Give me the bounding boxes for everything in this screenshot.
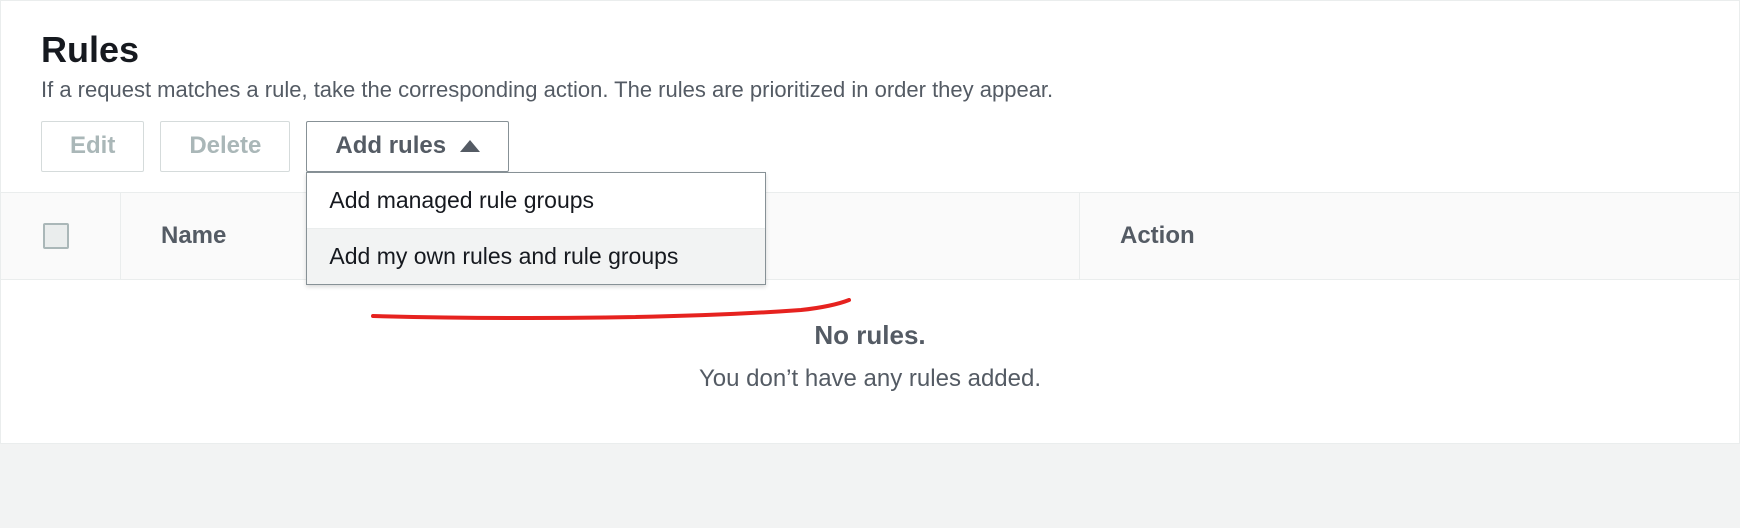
panel-title: Rules <box>41 29 1699 71</box>
select-all-column <box>41 193 121 279</box>
add-rules-dropdown: Add rules Add managed rule groups Add my… <box>306 121 509 172</box>
toolbar: Edit Delete Add rules Add managed rule g… <box>41 121 1699 172</box>
menu-item-add-managed-rule-groups[interactable]: Add managed rule groups <box>307 173 765 228</box>
add-rules-menu: Add managed rule groups Add my own rules… <box>306 172 766 285</box>
column-header-action: Action <box>1079 193 1699 279</box>
add-rules-button[interactable]: Add rules <box>306 121 509 172</box>
menu-item-add-my-own-rules[interactable]: Add my own rules and rule groups <box>307 228 765 284</box>
add-rules-label: Add rules <box>335 132 446 161</box>
select-all-checkbox[interactable] <box>43 223 69 249</box>
empty-state-title: No rules. <box>1 320 1739 351</box>
delete-button[interactable]: Delete <box>160 121 290 172</box>
rules-panel: Rules If a request matches a rule, take … <box>0 0 1740 444</box>
caret-up-icon <box>460 140 480 152</box>
edit-button[interactable]: Edit <box>41 121 144 172</box>
rules-table-header: Name Action <box>1 192 1739 280</box>
panel-description: If a request matches a rule, take the co… <box>41 77 1699 103</box>
empty-state: No rules. You don’t have any rules added… <box>1 280 1739 443</box>
empty-state-subtitle: You don’t have any rules added. <box>1 365 1739 393</box>
panel-header: Rules If a request matches a rule, take … <box>1 1 1739 192</box>
